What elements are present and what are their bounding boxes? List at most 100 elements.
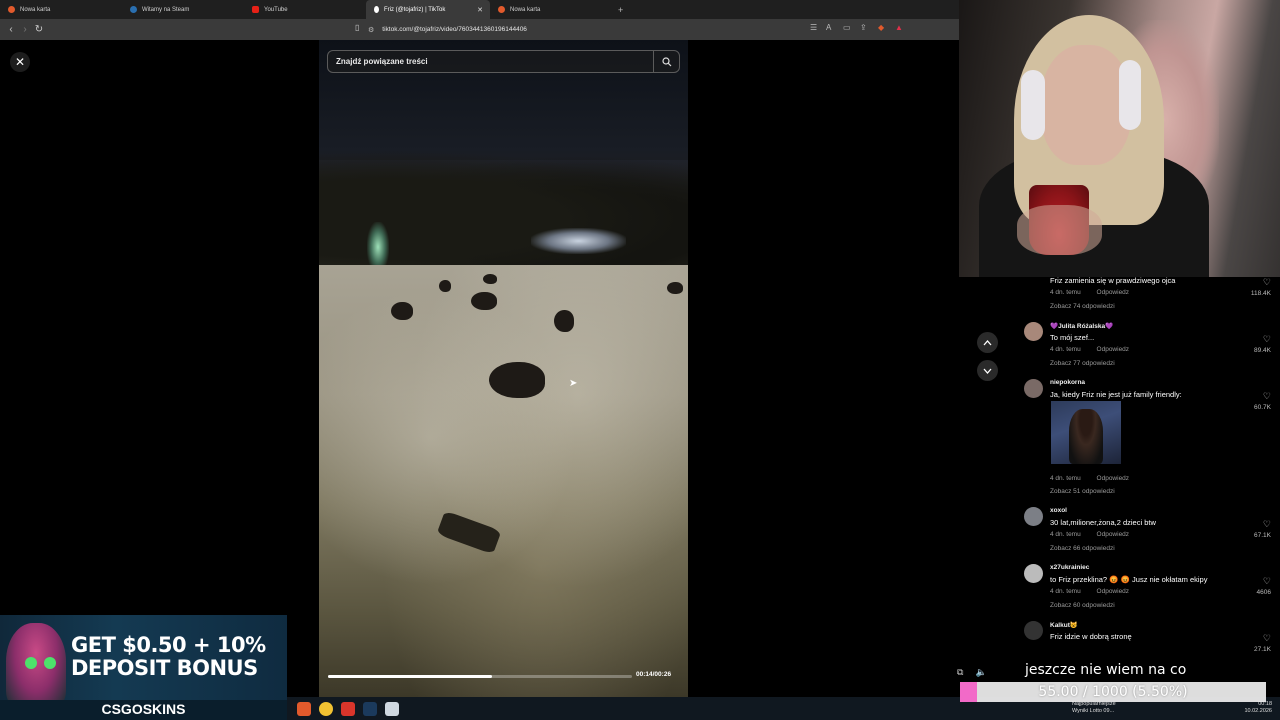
comment-author[interactable]: xoxol <box>1050 507 1067 514</box>
brave-taskbar-icon[interactable] <box>297 701 311 716</box>
view-replies-button[interactable]: Zobacz 51 odpowiedzi <box>1050 488 1115 495</box>
cast-icon[interactable]: ▭ <box>843 23 851 32</box>
forward-icon[interactable]: › <box>18 24 32 35</box>
video-player[interactable] <box>319 40 688 697</box>
related-search-input[interactable]: Znajdź powiązane treści <box>327 50 680 73</box>
comment-item: Friz zamienia się w prawdziwego ojca 4 d… <box>1020 264 1275 316</box>
view-replies-button[interactable]: Zobacz 74 odpowiedzi <box>1050 303 1115 310</box>
boar <box>471 292 497 310</box>
heart-icon: ♡ <box>1262 334 1271 344</box>
like-button[interactable]: ♡ 60.7K <box>1241 391 1271 411</box>
tab-bar: Nowa karta Witamy na Steam YouTube Friz … <box>0 0 960 19</box>
youtube-icon <box>252 6 259 13</box>
reply-button[interactable]: Odpowiedz <box>1097 289 1130 296</box>
comment-author[interactable]: 💜Julita Różalska💜 <box>1050 322 1113 330</box>
video-progress-bar[interactable] <box>328 675 632 678</box>
close-icon[interactable]: ✕ <box>10 52 30 72</box>
close-tab-icon[interactable]: ✕ <box>477 6 483 14</box>
comment-item: Kalkut😺 Friz idzie w dobrą stronę ♡ 27.1… <box>1020 621 1275 661</box>
heart-icon: ♡ <box>1262 576 1271 586</box>
tab-label: Nowa karta <box>510 6 541 13</box>
avatar[interactable] <box>1024 322 1043 341</box>
like-button[interactable]: ♡ 67.1K <box>1241 519 1271 539</box>
streamer-hands <box>1017 205 1102 255</box>
like-count: 89.4K <box>1254 347 1271 354</box>
gif-person <box>1069 409 1103 464</box>
avatar[interactable] <box>1024 379 1043 398</box>
like-button[interactable]: ♡ 89.4K <box>1241 334 1271 354</box>
like-button[interactable]: ♡ 27.1K <box>1241 633 1271 653</box>
brave-taskbar-icon[interactable] <box>341 701 355 716</box>
comment-meta: 4 dn. temu Odpowiedz <box>1050 588 1143 595</box>
like-count: 67.1K <box>1254 532 1271 539</box>
comment-author[interactable]: x27ukrainiec <box>1050 564 1089 571</box>
view-replies-button[interactable]: Zobacz 66 odpowiedzi <box>1050 545 1115 552</box>
boar <box>439 280 451 292</box>
comment-meta: 4 dn. temu Odpowiedz <box>1050 475 1143 482</box>
tab-new-2[interactable]: Nowa karta <box>490 0 612 19</box>
comment-age: 4 dn. temu <box>1050 289 1081 296</box>
reload-icon[interactable]: ↻ <box>32 24 46 35</box>
notepad-taskbar-icon[interactable] <box>385 701 399 716</box>
share-icon[interactable]: ⇪ <box>860 23 867 32</box>
view-replies-button[interactable]: Zobacz 60 odpowiedzi <box>1050 602 1115 609</box>
system-clock[interactable]: 00:18 10.02.2026 <box>1244 701 1272 715</box>
previous-video-button[interactable] <box>977 332 998 353</box>
like-count: 118.4K <box>1250 290 1271 297</box>
reply-button[interactable]: Odpowiedz <box>1097 588 1130 595</box>
volume-icon[interactable]: 🔈 <box>975 667 986 678</box>
sponsor-ad: GET $0.50 + 10% DEPOSIT BONUS CSGOSKINS <box>0 615 287 720</box>
comment-author[interactable]: niepokorna <box>1050 379 1085 386</box>
avatar[interactable] <box>1024 621 1043 640</box>
new-tab-button[interactable]: + <box>618 5 623 15</box>
back-icon[interactable]: ‹ <box>4 24 18 35</box>
clock-time: 00:18 <box>1258 701 1272 707</box>
comment-item: xoxol 30 lat,milioner,żona,2 dzieci btw … <box>1020 507 1275 557</box>
chrome-taskbar-icon[interactable] <box>319 701 333 716</box>
brave-rewards-icon[interactable]: ▲ <box>895 23 903 32</box>
tiktok-video-page: ✕ Znajdź powiązane treści 00:14/00:26 ➤ <box>0 40 998 697</box>
comment-meta: 4 dn. temu Odpowiedz <box>1050 531 1143 538</box>
video-progress-fill <box>328 675 492 678</box>
comment-text: To mój szef... <box>1050 333 1095 342</box>
chevron-down-icon <box>983 368 992 374</box>
heart-icon: ♡ <box>1262 391 1271 401</box>
reply-button[interactable]: Odpowiedz <box>1097 531 1130 538</box>
news-widget[interactable]: Najpopularniejsze Wyniki Lotto 09... <box>1072 701 1116 715</box>
like-button[interactable]: ♡ 118.4K <box>1241 277 1271 297</box>
like-button[interactable]: ♡ 4606 <box>1241 576 1271 596</box>
comment-item: niepokorna Ja, kiedy Friz nie jest już f… <box>1020 379 1275 499</box>
heart-icon: ♡ <box>1262 519 1271 529</box>
tab-youtube[interactable]: YouTube <box>244 0 366 19</box>
avatar[interactable] <box>1024 564 1043 583</box>
comment-author[interactable]: Kalkut😺 <box>1050 621 1078 629</box>
ad-brand: CSGOSKINS <box>0 700 287 720</box>
house-light <box>531 228 626 254</box>
avatar[interactable] <box>1024 507 1043 526</box>
brave-icon <box>498 6 505 13</box>
comment-meta: 4 dn. temu Odpowiedz <box>1050 289 1143 296</box>
miniplayer-icon[interactable]: ⧉ <box>957 667 963 678</box>
boar <box>391 302 413 320</box>
tab-new-1[interactable]: Nowa karta <box>0 0 122 19</box>
next-video-button[interactable] <box>977 360 998 381</box>
steam-taskbar-icon[interactable] <box>363 701 377 716</box>
tab-steam[interactable]: Witamy na Steam <box>122 0 244 19</box>
translate-icon[interactable]: ☰ <box>810 23 817 32</box>
view-replies-button[interactable]: Zobacz 77 odpowiedzi <box>1050 360 1115 367</box>
comment-gif[interactable] <box>1051 401 1121 464</box>
reply-button[interactable]: Odpowiedz <box>1097 475 1130 482</box>
bookmark-icon[interactable]: ▯ <box>355 23 359 32</box>
reply-button[interactable]: Odpowiedz <box>1097 346 1130 353</box>
search-icon[interactable] <box>653 51 679 72</box>
brave-shield-icon[interactable]: ◆ <box>878 23 884 32</box>
mascot-eye <box>25 657 37 669</box>
like-count: 27.1K <box>1254 646 1271 653</box>
url-text: tiktok.com/@tojafriz/video/7603441360196… <box>382 26 527 33</box>
site-info-icon[interactable]: ⚙ <box>368 26 374 34</box>
language-icon[interactable]: A <box>826 23 831 32</box>
heart-icon: ♡ <box>1262 277 1271 287</box>
tab-tiktok[interactable]: Friz (@tojafriz) | TikTok ✕ <box>366 0 490 19</box>
streamer-face <box>1041 45 1131 165</box>
mascot-image <box>6 623 66 708</box>
